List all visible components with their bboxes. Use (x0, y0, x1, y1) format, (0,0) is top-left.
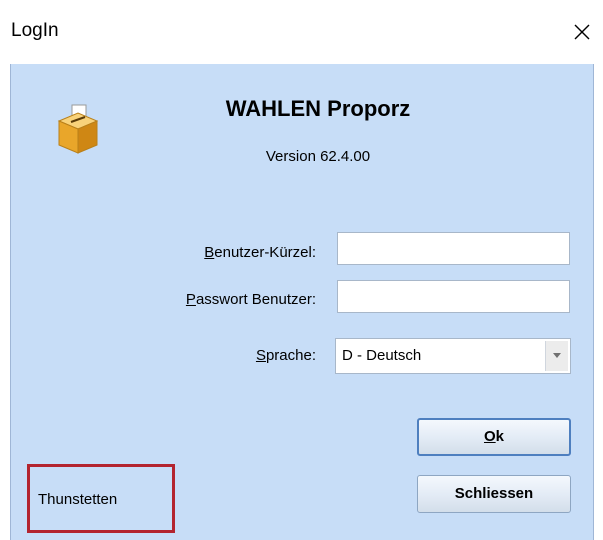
close-button[interactable]: Schliessen (417, 475, 571, 513)
close-window-button[interactable] (566, 16, 598, 48)
language-dropdown-button[interactable] (545, 341, 568, 371)
language-label-text: prache: (265, 347, 316, 364)
password-label-text: asswort Benutzer: (195, 291, 316, 308)
close-icon (574, 24, 590, 40)
password-label: Passwort Benutzer: (100, 291, 316, 308)
language-label-accel: S (255, 347, 266, 364)
ballot-box-icon (57, 104, 99, 154)
language-label: Sprache: (200, 347, 316, 364)
password-label-accel: P (185, 291, 196, 308)
ok-button[interactable]: Ok (417, 418, 571, 456)
chevron-down-icon (553, 353, 561, 358)
language-select[interactable]: D - Deutsch (335, 338, 571, 374)
login-window: LogIn WAHLEN Proporz Version 62.4.00 Ben… (0, 0, 603, 540)
title-bar[interactable]: LogIn (0, 0, 603, 64)
municipality-label: Thunstetten (38, 491, 118, 508)
version-label: Version 62.4.00 (265, 148, 371, 165)
app-title: WAHLEN Proporz (225, 96, 411, 121)
language-selected-value: D - Deutsch (342, 347, 422, 364)
user-label-text: enutzer-Kürzel: (214, 244, 316, 261)
window-title: LogIn (11, 20, 59, 41)
password-input[interactable] (337, 280, 570, 313)
ok-label-text: k (495, 428, 504, 445)
ok-accel: O (483, 428, 496, 445)
user-shortcode-input[interactable] (337, 232, 570, 265)
user-label-accel: B (204, 244, 215, 261)
user-label: Benutzer-Kürzel: (130, 244, 316, 261)
